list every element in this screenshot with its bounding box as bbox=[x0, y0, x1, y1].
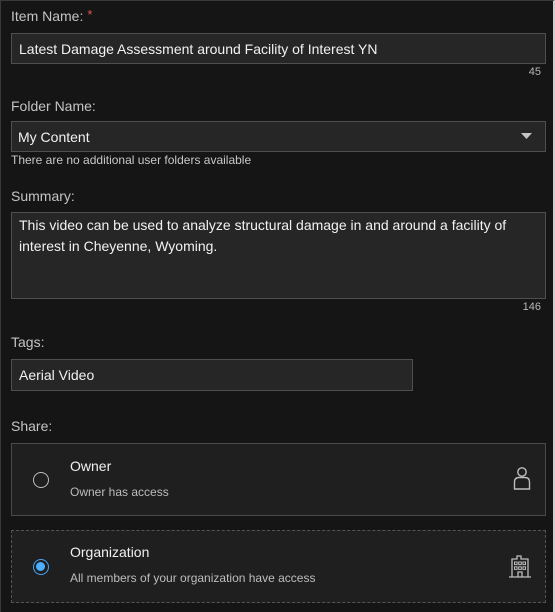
folder-name-select[interactable]: My Content bbox=[11, 121, 546, 152]
user-icon bbox=[513, 467, 531, 490]
item-name-char-count: 45 bbox=[528, 66, 541, 78]
owner-radio[interactable] bbox=[33, 472, 49, 488]
item-name-label-text: Item Name: bbox=[11, 8, 84, 24]
organization-description: All members of your organization have ac… bbox=[70, 571, 316, 585]
summary-textarea[interactable]: This video can be used to analyze struct… bbox=[11, 212, 546, 299]
share-option-organization[interactable]: Organization All members of your organiz… bbox=[11, 530, 546, 603]
tags-input[interactable] bbox=[11, 359, 413, 391]
share-label: Share: bbox=[11, 418, 53, 434]
organization-title: Organization bbox=[70, 544, 150, 560]
chevron-down-icon bbox=[521, 133, 532, 139]
organization-radio[interactable] bbox=[33, 559, 49, 575]
share-option-owner[interactable]: Owner Owner has access bbox=[11, 443, 546, 516]
summary-char-count: 146 bbox=[522, 301, 541, 313]
folder-name-label: Folder Name: bbox=[11, 98, 96, 114]
owner-title: Owner bbox=[70, 458, 112, 474]
folder-name-hint: There are no additional user folders ava… bbox=[11, 153, 252, 167]
item-name-label: Item Name: * bbox=[11, 7, 92, 24]
owner-description: Owner has access bbox=[70, 485, 169, 499]
tags-label: Tags: bbox=[11, 334, 45, 350]
item-name-input[interactable] bbox=[11, 33, 546, 64]
required-marker: * bbox=[87, 7, 93, 22]
summary-label: Summary: bbox=[11, 188, 75, 204]
folder-name-selected-value: My Content bbox=[18, 129, 90, 145]
building-icon bbox=[509, 555, 531, 578]
